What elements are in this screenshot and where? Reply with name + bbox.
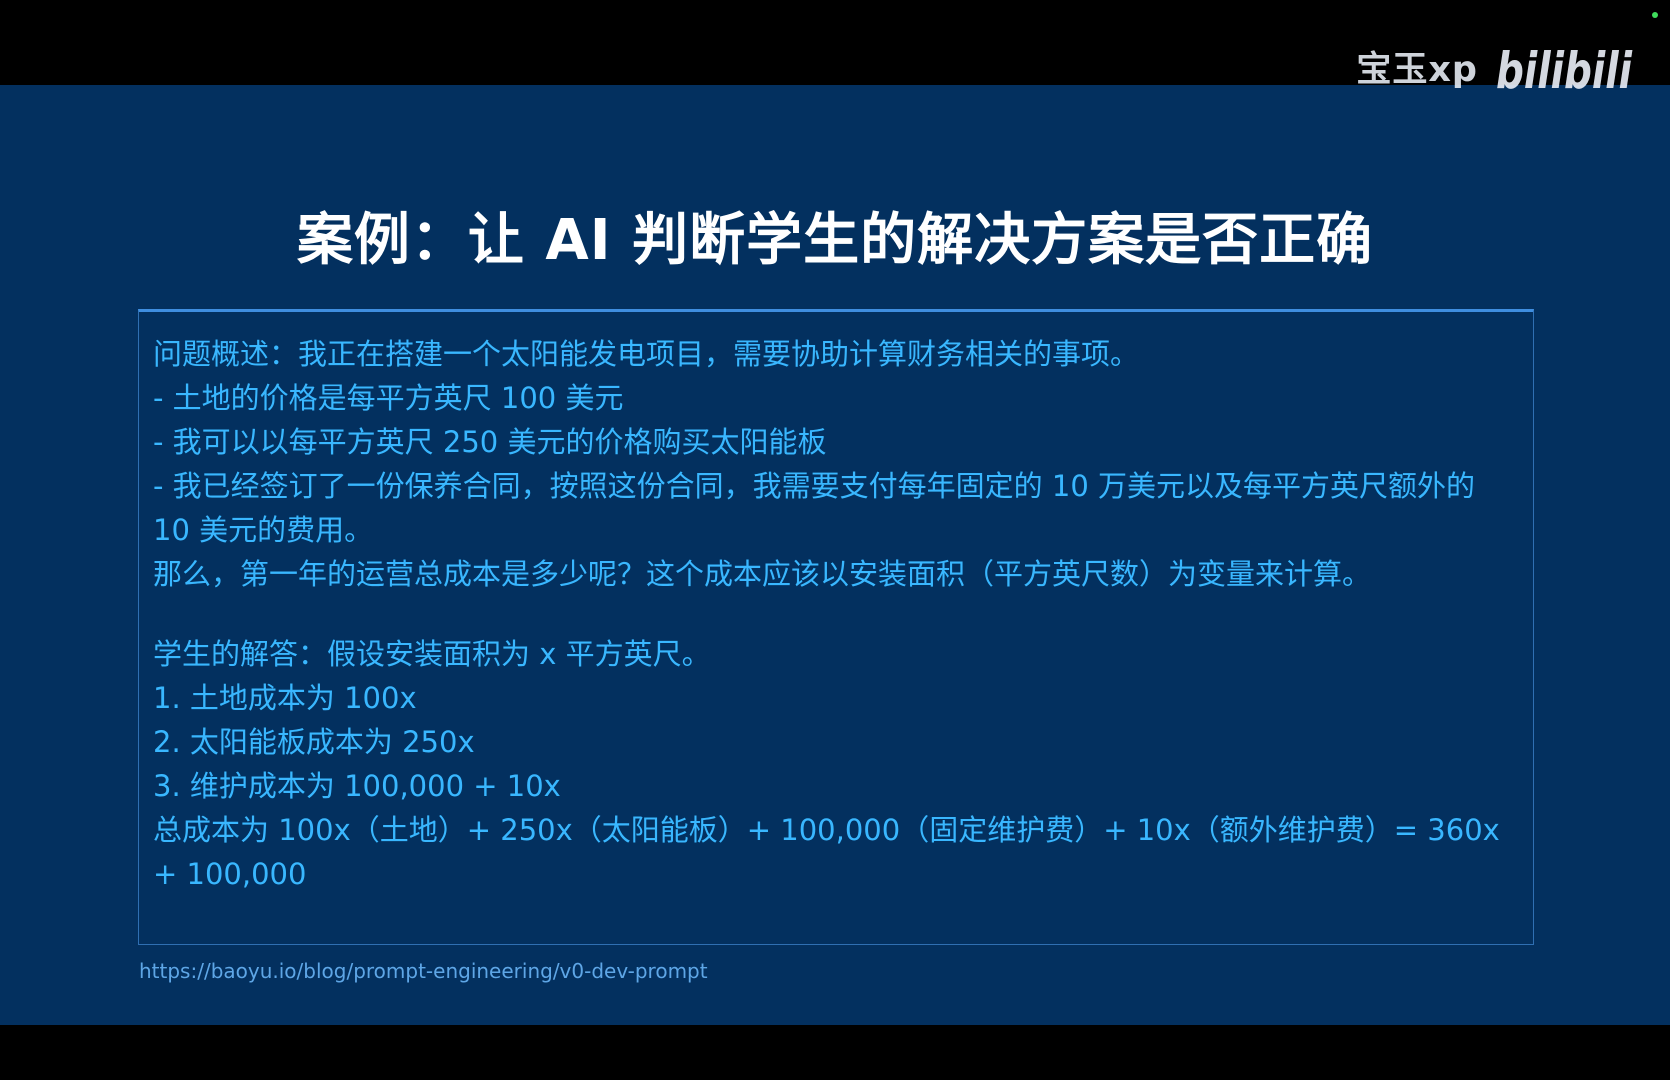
slide: 案例：让 AI 判断学生的解决方案是否正确 问题概述：我正在搭建一个太阳能发电项… — [0, 85, 1670, 1025]
answer-total: 总成本为 100x（土地）+ 250x（太阳能板）+ 100,000（固定维护费… — [153, 813, 1500, 891]
problem-item-maintenance: - 我已经签订了一份保养合同，按照这份合同，我需要支付每年固定的 10 万美元以… — [153, 469, 1476, 547]
source-link[interactable]: https://baoyu.io/blog/prompt-engineering… — [139, 959, 708, 983]
prompt-content-box: 问题概述：我正在搭建一个太阳能发电项目，需要协助计算财务相关的事项。 - 土地的… — [138, 309, 1534, 945]
slide-title: 案例：让 AI 判断学生的解决方案是否正确 — [296, 208, 1374, 273]
video-frame: 宝玉xp bilibili 案例：让 AI 判断学生的解决方案是否正确 问题概述… — [0, 0, 1670, 1080]
status-dot — [1652, 12, 1658, 18]
answer-step-3: 3. 维护成本为 100,000 + 10x — [153, 769, 561, 803]
answer-intro: 学生的解答：假设安装面积为 x 平方英尺。 — [153, 637, 711, 671]
svg-text:bilibili: bilibili — [1496, 42, 1633, 100]
answer-step-1: 1. 土地成本为 100x — [153, 681, 417, 715]
problem-summary: 问题概述：我正在搭建一个太阳能发电项目，需要协助计算财务相关的事项。 — [153, 337, 1140, 371]
problem-question: 那么，第一年的运营总成本是多少呢？这个成本应该以安装面积（平方英尺数）为变量来计… — [153, 557, 1372, 591]
watermark-user: 宝玉xp — [1356, 49, 1478, 90]
bilibili-logo-icon: bilibili — [1496, 42, 1633, 100]
problem-item-panels: - 我可以以每平方英尺 250 美元的价格购买太阳能板 — [153, 425, 827, 459]
answer-step-2: 2. 太阳能板成本为 250x — [153, 725, 475, 759]
watermark: 宝玉xp bilibili — [1356, 30, 1636, 102]
problem-item-land: - 土地的价格是每平方英尺 100 美元 — [153, 381, 624, 415]
